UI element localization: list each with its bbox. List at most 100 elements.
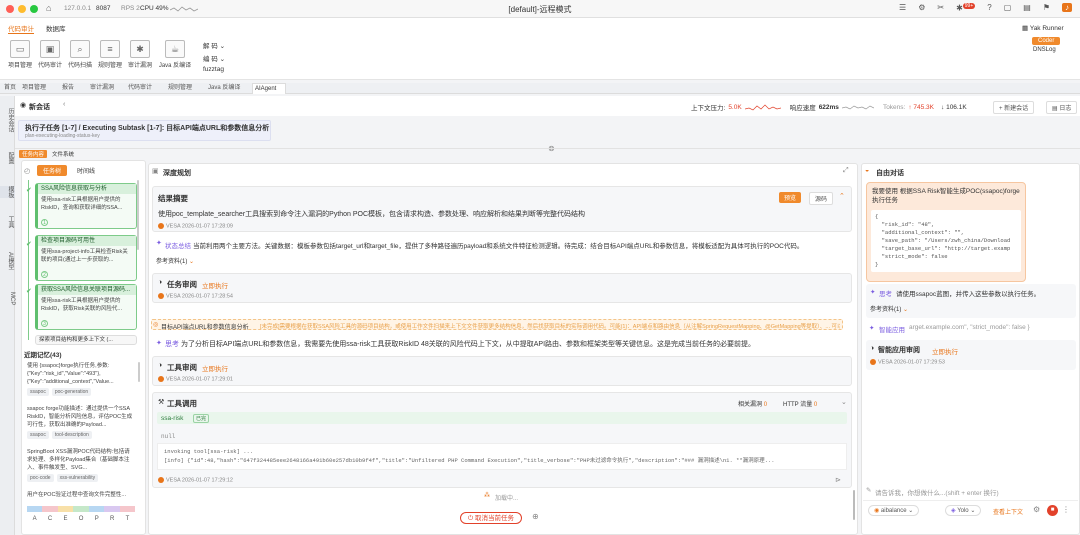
tag-chip: poc-generation xyxy=(51,388,92,396)
chevron-up-icon[interactable]: ⌃ xyxy=(839,192,845,200)
think-icon: ✦ xyxy=(870,289,876,296)
rail-template[interactable]: 模板 xyxy=(0,186,15,198)
minimize-window-button[interactable] xyxy=(18,5,26,13)
list-item[interactable]: 用户在POC验证过程中查询文件完整性... xyxy=(27,491,135,499)
mode-select[interactable]: ◈ Yolo ⌄ xyxy=(945,505,982,516)
task-card[interactable]: 检查项目源码可用性 使用ssa-project-info工具检查Risk关联的项… xyxy=(35,235,137,281)
terminal-icon[interactable]: ⊳ xyxy=(835,476,841,484)
encode-dropdown[interactable]: 编 码 ⌄ xyxy=(203,53,225,63)
pin-icon[interactable]: ⚑ xyxy=(1043,3,1050,12)
check-icon: ✔ xyxy=(26,187,32,194)
bug-icon[interactable]: ✱ 99+ xyxy=(956,3,976,13)
tab-home[interactable]: 首页 xyxy=(2,83,16,94)
decode-dropdown[interactable]: 解 码 ⌄ xyxy=(203,40,225,50)
rail-mcp[interactable]: MCP xyxy=(0,292,15,305)
expand-icon[interactable]: ⤢ xyxy=(843,167,849,175)
collapse-left-icon[interactable]: ◴ xyxy=(24,167,30,175)
task-card-body: 使用ssa-project-info工具检查Risk关联的项目(通过上一步获取的… xyxy=(41,249,128,263)
rail-history[interactable]: 历史会话 xyxy=(0,108,15,132)
tools-icon[interactable]: ✂ xyxy=(937,3,944,12)
rule-manage-button[interactable]: ≡ 规则管理 xyxy=(96,40,124,69)
rail-ai-model[interactable]: AI模型 xyxy=(0,252,15,270)
task-card-title: 检查项目源码可用性 xyxy=(38,236,136,246)
progress-text: [未完成]需要根据在获取SSA风险工具的源码项目结构，或使用工作文件扫描来上下文… xyxy=(260,324,840,330)
reference-link[interactable]: 参考资料(1) ⌄ xyxy=(156,256,194,265)
scrollbar[interactable] xyxy=(138,362,140,382)
model-select[interactable]: ◉ aibalance ⌄ xyxy=(868,505,920,516)
log-button[interactable]: ▤ 日志 xyxy=(1046,101,1078,114)
more-icon[interactable]: ⋮ xyxy=(1062,505,1070,514)
yak-runner-button[interactable]: ▦ Yak Runner xyxy=(1020,22,1076,36)
status-label: 状态总结 xyxy=(165,243,191,250)
view-context-button[interactable]: 查看上下文 xyxy=(993,507,1023,516)
source-button[interactable]: 源码 xyxy=(809,192,834,205)
task-card[interactable]: 获取SSA风险信息关联项目源码... 使用ssa-risk工具根据用户提供的Ri… xyxy=(35,284,137,330)
fuzztag-button[interactable]: fuzztag xyxy=(203,66,224,73)
list-item[interactable]: ssapoc forge功能描述：通过提供一个SSA RiskID，智能分析风险… xyxy=(27,405,135,439)
chevron-left-icon[interactable]: ‹ xyxy=(63,101,65,108)
tab-project-manage[interactable]: 项目管理 xyxy=(20,83,46,94)
window-icon[interactable]: ▢ xyxy=(1004,3,1012,12)
settings-icon[interactable]: ⚙ xyxy=(918,3,925,12)
target-icon[interactable]: ⊕ xyxy=(532,512,539,521)
app-review-card: ◑ 智能应用审阅 立即执行 VESA 2026-01-07 17:29:53 xyxy=(866,340,1076,370)
divider xyxy=(15,148,1080,149)
http-traffic-label[interactable]: HTTP 流量 0 xyxy=(783,399,817,408)
project-manage-button[interactable]: ▭ 项目管理 xyxy=(6,40,34,69)
app-execute-now-link[interactable]: 立即执行 xyxy=(932,346,958,356)
monitor-icon: ▣ xyxy=(40,40,60,58)
new-session-button[interactable]: + 新建会话 xyxy=(993,101,1035,114)
subtab-task-tree[interactable]: 任务树 xyxy=(37,165,68,176)
help-icon[interactable]: ? xyxy=(987,3,991,12)
maximize-window-button[interactable] xyxy=(30,5,38,13)
prompt-icon: ✎ xyxy=(866,487,872,494)
task-card[interactable]: SSA风险信息获取与分析 使用ssa-risk工具根据用户提供的RiskID，查… xyxy=(35,183,137,229)
speed-value: 622ms xyxy=(818,103,839,111)
left-rail: 历史会话 配置 模板 工具 AI模型 MCP xyxy=(0,96,15,535)
subtab-timeline[interactable]: 时间线 xyxy=(77,166,95,175)
settings-icon[interactable]: ⚙ xyxy=(1033,505,1040,514)
close-window-button[interactable] xyxy=(6,5,14,13)
tab-java-decompile[interactable]: Java 反编译 xyxy=(206,83,240,94)
scrollbar[interactable] xyxy=(137,180,139,250)
tab-report[interactable]: 报告 xyxy=(60,83,74,94)
list-item[interactable]: 使用 {ssapoc}forge执行任务,参数: {"Key":"risk_id… xyxy=(27,362,135,396)
progress-row: ◎ 目标API端点URL和参数信息分析 [未完成]需要根据在获取SSA风险工具的… xyxy=(151,319,843,331)
scrollbar[interactable] xyxy=(853,490,855,520)
stop-icon[interactable]: ■ xyxy=(1047,505,1058,516)
chat-input[interactable]: 请告诉我，你想做什么...(shift + enter 换行) xyxy=(875,487,999,497)
rail-tools[interactable]: 工具 xyxy=(0,216,15,228)
tab-rule-manage[interactable]: 规则管理 xyxy=(166,83,192,94)
related-vuln-label[interactable]: 相关漏洞 0 xyxy=(738,399,767,408)
tab-file-system[interactable]: 文件系统 xyxy=(52,150,74,158)
tab-aiagent[interactable]: AIAgent xyxy=(252,83,286,94)
tab-task-content[interactable]: 任务内容 xyxy=(19,150,48,158)
home-icon[interactable]: ⌂ xyxy=(46,3,51,13)
tool-execute-now-link[interactable]: 立即执行 xyxy=(202,363,228,373)
layout-icon[interactable]: ▤ xyxy=(1023,3,1031,12)
preview-button[interactable]: 预览 xyxy=(779,192,802,203)
chevron-down-icon[interactable]: ⌄ xyxy=(841,398,847,406)
code-audit-button[interactable]: ▣ 代码审计 xyxy=(36,40,64,69)
tab-code-audit[interactable]: 代码审计 xyxy=(126,83,152,94)
page-tab-strip: 首页 项目管理 报告 审计漏洞 代码审计 规则管理 Java 反编译 AIAge… xyxy=(0,83,1080,94)
tool-log-box: invoking tool[ssa-risk] ... [info] {"id"… xyxy=(157,443,847,470)
menu-icon[interactable]: ☰ xyxy=(899,3,906,12)
dnslog-button[interactable]: DNSLog xyxy=(1020,47,1076,53)
execute-now-link[interactable]: 立即执行 xyxy=(202,280,228,290)
tab-audit-vuln[interactable]: 审计漏洞 xyxy=(88,83,114,94)
coder-badge[interactable]: Coder xyxy=(1032,37,1061,45)
list-item[interactable]: SpringBoot XSS漏洞POC代码结构:包括请求处理、多样化Payloa… xyxy=(27,448,135,482)
java-decompile-button[interactable]: ☕ Java 反编译 xyxy=(158,40,192,69)
ribbon-tab-database[interactable]: 数据库 xyxy=(46,23,66,33)
bell-icon[interactable]: ♪ xyxy=(1062,3,1072,13)
rail-config[interactable]: 配置 xyxy=(0,152,15,164)
reference-link[interactable]: 参考资料(1) ⌄ xyxy=(870,304,908,313)
audit-vuln-button[interactable]: ✱ 审计漏洞 xyxy=(126,40,154,69)
tool-status-badge: 已完 xyxy=(193,414,210,423)
code-scan-button[interactable]: ⌕ 代码扫描 xyxy=(66,40,94,69)
task-card[interactable]: 探索项目结构和更多上下文 (... xyxy=(35,335,137,345)
cancel-task-button[interactable]: ⏻ 取消当前任务 xyxy=(460,512,522,524)
ribbon-tab-code-audit[interactable]: 代码审计 xyxy=(8,23,34,34)
ribbon-toolbar: ▭ 项目管理 ▣ 代码审计 ⌕ 代码扫描 ≡ 规则管理 ✱ 审计漏洞 ☕ Java 反编译 … xyxy=(0,25,1080,80)
